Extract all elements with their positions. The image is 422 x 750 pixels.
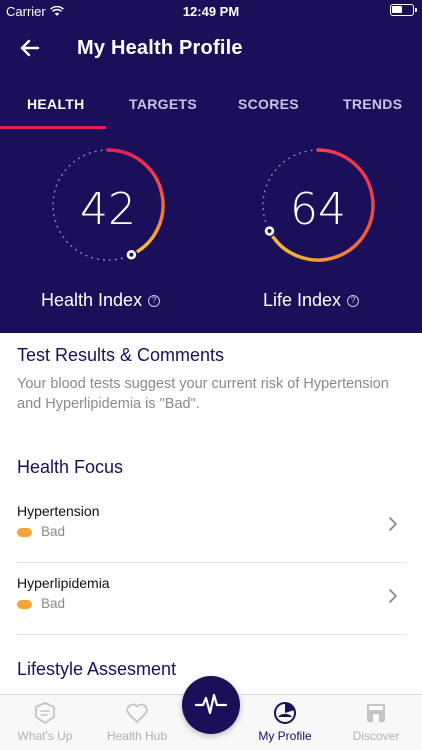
test-results-text: Your blood tests suggest your current ri… bbox=[17, 376, 389, 412]
chat-icon bbox=[35, 702, 55, 724]
life-index-value: 64 bbox=[290, 184, 346, 235]
health-index-label: Health Index bbox=[41, 290, 143, 310]
tab-discover-label: Discover bbox=[352, 729, 400, 743]
chevron-right-icon bbox=[389, 517, 397, 531]
tab-strip: HEALTH TARGETS SCORES TRENDS bbox=[0, 90, 422, 130]
tab-health-hub-label: Health Hub bbox=[106, 729, 168, 743]
tab-health-hub[interactable]: Health Hub bbox=[92, 701, 182, 743]
health-index-label-row: Health Index ? bbox=[41, 290, 161, 311]
battery-icon bbox=[390, 4, 417, 16]
focus-item-name: Hypertension bbox=[17, 503, 100, 519]
help-icon[interactable]: ? bbox=[347, 294, 360, 307]
heart-icon bbox=[126, 703, 148, 723]
tab-trends[interactable]: TRENDS bbox=[343, 96, 402, 112]
test-results-heading: Test Results & Comments bbox=[17, 345, 225, 365]
tab-my-profile[interactable]: My Profile bbox=[240, 701, 330, 743]
status-indicator bbox=[17, 528, 32, 537]
status-bar: Carrier 12:49 PM bbox=[0, 0, 422, 22]
tab-discover[interactable]: Discover bbox=[331, 701, 421, 743]
tab-whats-up-label: What's Up bbox=[17, 729, 73, 743]
focus-item-status: Bad bbox=[41, 596, 66, 611]
focus-row-hypertension[interactable]: Hypertension Bad bbox=[17, 491, 406, 563]
health-index-value: 42 bbox=[80, 184, 136, 235]
health-index-gauge[interactable]: 42 bbox=[49, 146, 179, 276]
chevron-right-icon bbox=[389, 589, 397, 603]
health-focus-heading: Health Focus bbox=[17, 457, 124, 477]
tab-targets[interactable]: TARGETS bbox=[129, 96, 197, 112]
tab-health[interactable]: HEALTH bbox=[27, 96, 85, 112]
tab-whats-up[interactable]: What's Up bbox=[0, 701, 90, 743]
heartbeat-icon bbox=[195, 693, 227, 715]
life-index-gauge[interactable]: 64 bbox=[259, 146, 389, 276]
store-icon bbox=[367, 704, 385, 722]
help-icon[interactable]: ? bbox=[148, 294, 161, 307]
page-title: My Health Profile bbox=[77, 37, 243, 59]
profile-icon bbox=[274, 702, 296, 724]
tab-my-profile-label: My Profile bbox=[258, 729, 312, 743]
focus-item-status: Bad bbox=[41, 524, 66, 539]
header-panel: Carrier 12:49 PM My Health Profile HEALT… bbox=[0, 0, 422, 333]
pulse-button[interactable] bbox=[182, 676, 240, 734]
active-tab-indicator bbox=[0, 126, 106, 129]
clock: 12:49 PM bbox=[182, 4, 240, 19]
life-index-label-row: Life Index ? bbox=[263, 290, 360, 311]
focus-item-name: Hyperlipidemia bbox=[17, 575, 110, 591]
back-arrow-icon[interactable] bbox=[18, 36, 42, 60]
focus-row-hyperlipidemia[interactable]: Hyperlipidemia Bad bbox=[17, 563, 406, 635]
status-indicator bbox=[17, 600, 32, 609]
nav-bar: My Health Profile bbox=[0, 34, 422, 64]
life-index-label: Life Index bbox=[263, 290, 342, 310]
tab-scores[interactable]: SCORES bbox=[238, 96, 299, 112]
lifestyle-heading: Lifestyle Assesment bbox=[17, 659, 177, 679]
